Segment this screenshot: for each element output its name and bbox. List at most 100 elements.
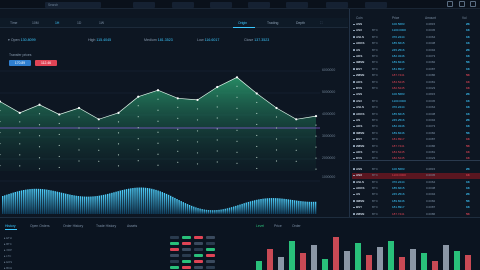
orderbook-row[interactable]: 3MSN BTC 189.8246 0.0082 5K bbox=[352, 199, 480, 204]
orderbook-row[interactable]: AS3 BTC 1100.0000 0.0045 1K bbox=[352, 99, 480, 104]
volume-bar bbox=[130, 188, 132, 214]
data-point bbox=[235, 76, 239, 79]
top-button-5[interactable] bbox=[286, 2, 308, 8]
orderbook-row[interactable]: AKS BTC 182.3246 0.0073 1K bbox=[352, 124, 480, 129]
tab-price[interactable]: Price bbox=[274, 224, 282, 228]
top-button-7[interactable] bbox=[365, 2, 387, 8]
data-point-guide bbox=[216, 106, 218, 108]
volume-bar bbox=[228, 207, 231, 214]
volume-bar bbox=[222, 209, 224, 214]
orderbook-row[interactable]: ASLS BTC 370.2244 0.0064 1K bbox=[352, 180, 480, 185]
volume-bar bbox=[279, 198, 281, 214]
orderbook-row[interactable]: 3MSN BTC 189.8246 0.0082 5K bbox=[352, 60, 480, 65]
volume-bar bbox=[102, 194, 105, 214]
tab-trading[interactable]: Trading bbox=[267, 21, 278, 25]
volume-bar bbox=[151, 188, 153, 214]
data-point-guide bbox=[315, 124, 317, 126]
data-point-guide bbox=[58, 166, 60, 169]
data-point bbox=[176, 97, 179, 100]
data-point-guide bbox=[315, 168, 317, 170]
orderbook-row[interactable]: AKS BTC 184.5245 0.0081 1K bbox=[352, 150, 480, 155]
tab-open-orders[interactable]: Open Orders bbox=[30, 224, 50, 228]
tab-history[interactable]: History bbox=[5, 224, 16, 228]
orderbook-row[interactable]: BSY BTC 181.8917 0.0087 1K bbox=[352, 137, 480, 142]
timeframe-10m[interactable]: 10M bbox=[32, 21, 39, 25]
orderbook-row[interactable]: 2MSN BTC 187.7441 0.0086 5K bbox=[352, 144, 480, 149]
orderbook-row[interactable]: AKS BTC 182.3246 0.0073 1K bbox=[352, 54, 480, 59]
timeframe-1d[interactable]: 1D bbox=[77, 21, 81, 25]
coin-vol: 1K bbox=[466, 34, 470, 39]
volume-bar bbox=[230, 207, 233, 214]
data-point bbox=[97, 118, 100, 121]
orderbook-row[interactable]: AS BTC 245.2516 0.0094 2K bbox=[352, 118, 480, 123]
orderbook-row[interactable]: AKKS BTC 185.6615 0.0038 1K bbox=[352, 41, 480, 46]
volume-bar bbox=[199, 208, 201, 214]
row-bullet-icon bbox=[353, 100, 355, 102]
row-bullet-icon bbox=[353, 206, 355, 209]
row-bullet-icon bbox=[353, 138, 355, 141]
fullscreen-icon[interactable]: ⛶ bbox=[320, 21, 322, 25]
orderbook-row[interactable]: 3MSN BTC 189.8246 0.0082 5K bbox=[352, 131, 480, 136]
coin-market: BTC bbox=[372, 79, 378, 84]
orderbook-row[interactable]: DVS BTC 182.5245 0.0023 1K bbox=[352, 86, 480, 91]
orderbook-row[interactable]: BSY BTC 181.8917 0.0087 1K bbox=[352, 67, 480, 72]
data-point bbox=[216, 85, 219, 89]
volume-bar bbox=[237, 205, 239, 214]
top-button-6[interactable] bbox=[326, 2, 348, 8]
settings-icon[interactable] bbox=[447, 1, 453, 7]
close-icon[interactable] bbox=[470, 1, 476, 7]
status-chip bbox=[194, 254, 203, 257]
volume-bar bbox=[314, 201, 317, 214]
data-point-guide bbox=[196, 108, 199, 110]
orderbook-row[interactable]: AS3 BTC 1100.0000 0.0045 1K bbox=[352, 28, 480, 33]
status-chip bbox=[182, 242, 191, 245]
volume-bar bbox=[188, 205, 191, 214]
coin-amount: 0.0082 bbox=[426, 60, 436, 65]
timeframe-1w[interactable]: 1W bbox=[99, 21, 104, 25]
orderbook-row[interactable]: AS BTC 245.2516 0.0094 2K bbox=[352, 192, 480, 197]
history-row: ▸ BCH bbox=[4, 266, 13, 270]
minimize-icon[interactable] bbox=[459, 1, 465, 7]
orderbook-row[interactable]: 2MSN BTC 187.7441 0.0086 5K bbox=[352, 73, 480, 78]
status-chip bbox=[170, 254, 179, 257]
orderbook-row[interactable]: ASLS BTC 370.2244 0.0064 1K bbox=[352, 35, 480, 40]
data-point-guide bbox=[295, 149, 297, 151]
volume-bar bbox=[249, 201, 252, 214]
top-button-4[interactable] bbox=[248, 2, 270, 8]
tab-level[interactable]: Level bbox=[256, 224, 264, 228]
status-chip bbox=[170, 248, 179, 251]
row-bullet-icon bbox=[353, 151, 355, 154]
data-point-guide bbox=[157, 142, 159, 144]
tab-assets[interactable]: Assets bbox=[127, 224, 137, 228]
orderbook-row[interactable]: ASS BTC 100.5683 0.0815 2K bbox=[352, 167, 480, 172]
top-button-2[interactable] bbox=[172, 2, 194, 8]
tab-depth[interactable]: Depth bbox=[296, 21, 305, 25]
orderbook-row[interactable]: AKKS BTC 185.6615 0.0038 1K bbox=[352, 186, 480, 191]
volume-bar bbox=[298, 200, 300, 214]
timeframe-1h[interactable]: 1H bbox=[55, 21, 59, 25]
coin-amount: 0.0038 bbox=[426, 41, 436, 46]
active-tab-indicator bbox=[233, 27, 255, 28]
orderbook-row[interactable]: ASS 100.5683 0.0815 2K bbox=[352, 22, 480, 27]
orderbook-row[interactable]: AS3 BTC 1100.0000 0.0045 1K bbox=[352, 173, 480, 179]
tab-order[interactable]: Order bbox=[292, 224, 301, 228]
orderbook-row[interactable]: ASLS BTC 370.2244 0.0064 1K bbox=[352, 105, 480, 110]
volume-bar bbox=[86, 196, 88, 214]
search-input[interactable]: Search bbox=[45, 2, 101, 8]
orderbook-row[interactable]: AKS BTC 184.5245 0.0081 1K bbox=[352, 80, 480, 85]
timeframe-time[interactable]: Time bbox=[10, 21, 17, 25]
coin-price: 189.8246 bbox=[392, 130, 405, 135]
orderbook-row[interactable]: BSY BTC 181.8917 0.0087 1K bbox=[352, 205, 480, 210]
top-button-1[interactable] bbox=[133, 2, 155, 8]
orderbook-row[interactable]: AS BTC 245.2516 0.0094 2K bbox=[352, 48, 480, 53]
volume-bar bbox=[233, 206, 235, 214]
orderbook-row[interactable]: AKKS BTC 185.6615 0.0038 1K bbox=[352, 112, 480, 117]
row-bullet-icon bbox=[353, 81, 355, 83]
coin-vol: 1K bbox=[466, 179, 470, 184]
orderbook-row[interactable]: ASS 100.5683 0.0815 2K bbox=[352, 92, 480, 97]
volume-bar bbox=[23, 189, 25, 214]
tab-trade-history[interactable]: Trade History bbox=[96, 224, 116, 228]
top-button-3[interactable] bbox=[210, 2, 232, 8]
tab-order-history[interactable]: Order History bbox=[63, 224, 83, 228]
tab-origin[interactable]: Origin bbox=[238, 21, 247, 25]
